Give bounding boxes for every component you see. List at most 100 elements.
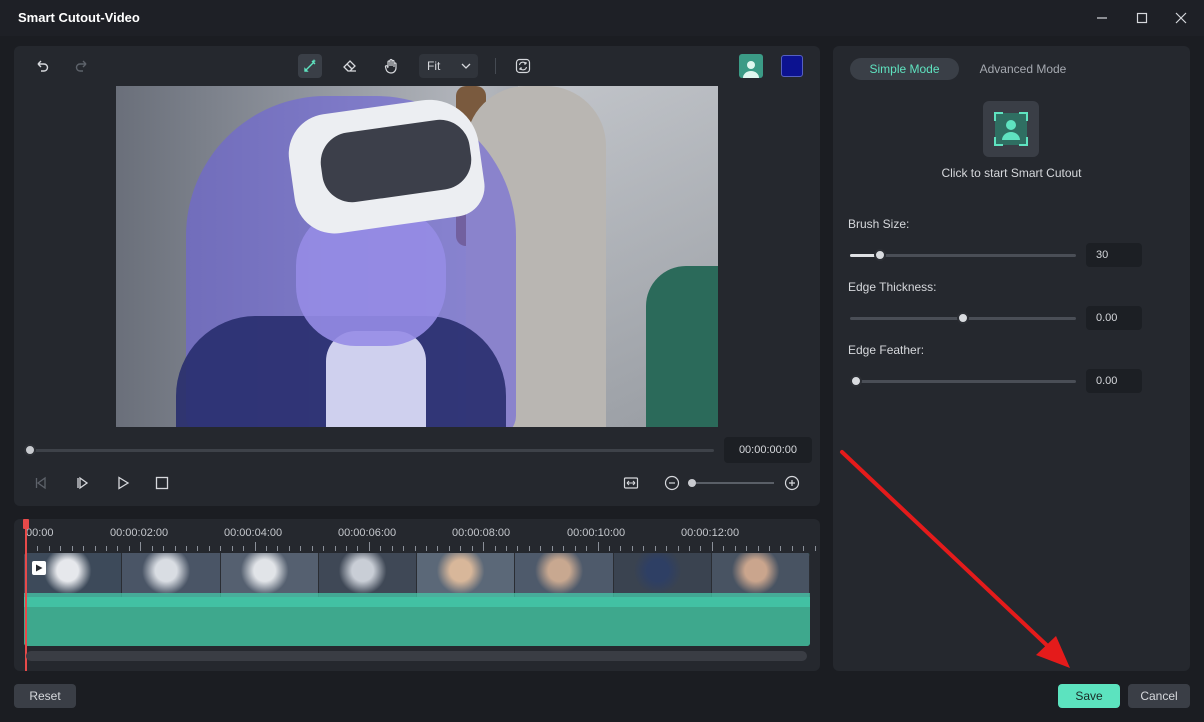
- timeline-zoom-slider[interactable]: [688, 482, 774, 484]
- timeline-tick-label: 00:00:08:00: [452, 527, 511, 539]
- ruler-tick: [437, 546, 439, 551]
- ruler-tick: [814, 546, 816, 551]
- zoom-in-button[interactable]: [780, 472, 804, 494]
- minimize-icon: [1097, 17, 1107, 19]
- edge-thickness-handle[interactable]: [957, 312, 969, 324]
- clip-thumbnails: [24, 553, 810, 597]
- clip-thumbnail-frame: [122, 553, 221, 597]
- timeline-tick-label: 00:00:10:00: [567, 527, 626, 539]
- refresh-icon: [515, 58, 531, 74]
- maximize-button[interactable]: [1131, 8, 1153, 28]
- fit-width-icon: [623, 477, 639, 489]
- close-button[interactable]: [1170, 8, 1192, 28]
- ruler-tick: [403, 546, 405, 551]
- playhead[interactable]: [25, 519, 27, 671]
- brush-size-label: Brush Size:: [848, 217, 910, 231]
- timeline-tick-label: 00:00: [26, 527, 54, 539]
- timeline-ruler: [26, 541, 816, 551]
- ruler-tick: [174, 546, 176, 551]
- ruler-tick: [391, 546, 393, 551]
- timeline-tick-label: 00:00:04:00: [224, 527, 283, 539]
- eraser-tool-button[interactable]: [338, 54, 362, 78]
- ruler-tick: [574, 546, 576, 551]
- ruler-tick: [483, 542, 485, 551]
- zoom-out-button[interactable]: [660, 472, 684, 494]
- cancel-button[interactable]: Cancel: [1128, 684, 1190, 708]
- ruler-tick: [723, 546, 725, 551]
- save-button[interactable]: Save: [1058, 684, 1120, 708]
- maximize-icon: [1136, 12, 1148, 24]
- ruler-tick: [300, 546, 302, 551]
- ruler-tick: [620, 546, 622, 551]
- minimize-button[interactable]: [1091, 8, 1113, 28]
- chevron-down-icon: [461, 63, 471, 69]
- timeline-scrollbar[interactable]: [26, 651, 807, 661]
- ruler-tick: [208, 546, 210, 551]
- undo-button[interactable]: [30, 54, 54, 78]
- ruler-tick: [791, 546, 793, 551]
- ruler-tick: [517, 546, 519, 551]
- ruler-tick: [186, 546, 188, 551]
- smart-cutout-icon: [994, 112, 1028, 146]
- clip-thumbnail-frame: [220, 553, 319, 597]
- edge-feather-input[interactable]: 0.00: [1086, 369, 1142, 393]
- timeline-zoom-handle[interactable]: [688, 479, 696, 487]
- show-subject-button[interactable]: [739, 54, 763, 78]
- video-clip-icon: [32, 561, 46, 575]
- clip-thumbnail-frame: [417, 553, 516, 597]
- ruler-tick: [528, 546, 530, 551]
- seek-bar[interactable]: [30, 449, 714, 452]
- smart-cutout-button[interactable]: [983, 101, 1039, 157]
- ruler-tick: [220, 546, 222, 551]
- ruler-tick: [414, 546, 416, 551]
- brush-size-input[interactable]: 30: [1086, 243, 1142, 267]
- ruler-tick: [551, 546, 553, 551]
- ruler-tick: [666, 546, 668, 551]
- ruler-tick: [323, 546, 325, 551]
- zoom-select[interactable]: Fit: [419, 54, 478, 78]
- zoom-select-value: Fit: [427, 59, 441, 73]
- previous-frame-button[interactable]: [29, 472, 53, 494]
- next-frame-button[interactable]: [71, 472, 95, 494]
- redo-button[interactable]: [70, 54, 94, 78]
- tab-advanced-mode[interactable]: Advanced Mode: [971, 58, 1075, 80]
- edge-thickness-input[interactable]: 0.00: [1086, 306, 1142, 330]
- ruler-tick: [586, 546, 588, 551]
- play-button[interactable]: [111, 472, 135, 494]
- ruler-tick: [448, 546, 450, 551]
- ruler-tick: [506, 546, 508, 551]
- ruler-tick: [368, 542, 370, 551]
- ruler-tick: [163, 546, 165, 551]
- ruler-tick: [71, 546, 73, 551]
- video-preview[interactable]: [116, 86, 718, 427]
- brush-size-handle[interactable]: [873, 249, 886, 261]
- clip-thumbnail-frame: [711, 553, 810, 597]
- edge-feather-slider[interactable]: [850, 380, 1076, 383]
- tab-simple-mode[interactable]: Simple Mode: [850, 58, 959, 80]
- replace-button[interactable]: [511, 54, 535, 78]
- ruler-tick: [254, 542, 256, 551]
- reset-button[interactable]: Reset: [14, 684, 76, 708]
- ruler-tick: [334, 546, 336, 551]
- brush-tool-button[interactable]: [298, 54, 322, 78]
- title-bar: Smart Cutout-Video: [0, 0, 1204, 36]
- mask-color-swatch[interactable]: [781, 55, 803, 77]
- timeline-tick-label: 00:00:06:00: [338, 527, 397, 539]
- eraser-icon: [343, 60, 356, 72]
- seek-handle[interactable]: [24, 444, 36, 456]
- clip-thumbnail-frame: [613, 553, 712, 597]
- ruler-tick: [540, 546, 542, 551]
- ruler-tick: [380, 546, 382, 551]
- hand-icon: [384, 58, 397, 74]
- playhead-handle[interactable]: [23, 519, 29, 529]
- fit-timeline-button[interactable]: [619, 472, 643, 494]
- hand-tool-button[interactable]: [379, 54, 403, 78]
- edge-thickness-label: Edge Thickness:: [848, 280, 937, 294]
- edge-feather-handle[interactable]: [850, 375, 862, 387]
- timeline-panel[interactable]: 00:00 00:00:02:00 00:00:04:00 00:00:06:0…: [14, 519, 820, 671]
- close-icon: [1175, 12, 1187, 24]
- ruler-tick: [803, 546, 805, 551]
- video-clip[interactable]: [24, 553, 810, 646]
- clip-thumbnail-frame: [24, 553, 123, 597]
- stop-button[interactable]: [150, 472, 174, 494]
